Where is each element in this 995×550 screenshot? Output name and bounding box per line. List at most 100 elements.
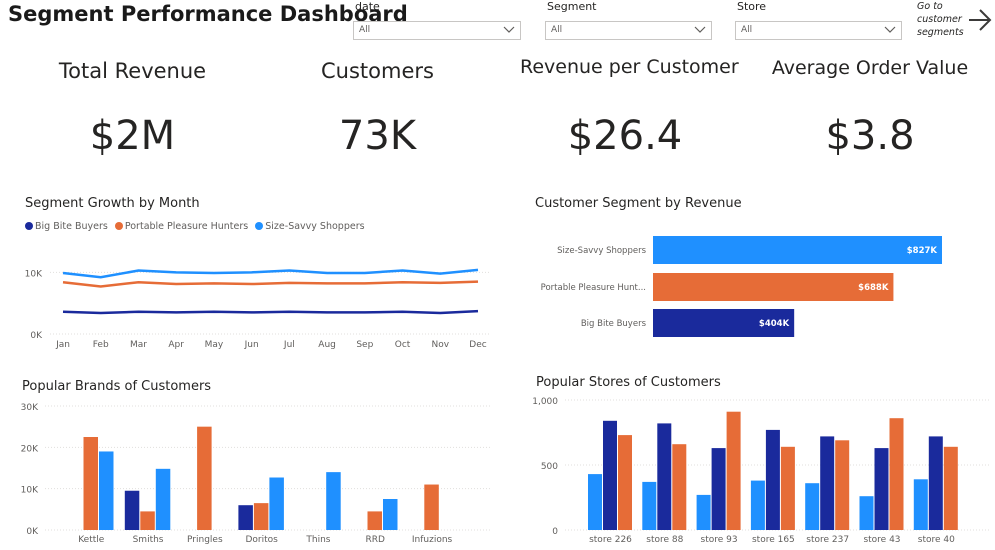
bar xyxy=(383,499,398,530)
y-tick-label: 0K xyxy=(26,527,39,537)
bar xyxy=(943,446,958,530)
store-filter-label: Store xyxy=(737,0,767,13)
bar xyxy=(238,505,253,530)
page-title: Segment Performance Dashboard xyxy=(8,2,408,26)
bar xyxy=(874,448,889,530)
customer-segment-bar-chart[interactable]: Size-Savvy Shoppers $827K Portable Pleasur… xyxy=(530,225,990,350)
bar xyxy=(642,481,657,530)
legend-label: Size-Savvy Shoppers xyxy=(265,221,365,232)
y-category-label: Big Bite Buyers xyxy=(581,319,647,329)
bar xyxy=(726,411,741,530)
bar xyxy=(326,472,341,530)
bar xyxy=(618,435,632,530)
bar xyxy=(99,451,114,530)
date-filter-value: All xyxy=(359,25,371,35)
kpi-label: Total Revenue xyxy=(58,59,207,83)
bar xyxy=(780,446,795,530)
bar xyxy=(820,436,835,530)
x-tick-label: Infuzions xyxy=(412,535,453,545)
nav-text-line: segments xyxy=(917,27,964,38)
bar xyxy=(83,437,98,530)
x-tick-label: Pringles xyxy=(187,535,223,545)
legend-item[interactable]: Size-Savvy Shoppers xyxy=(255,221,365,232)
kpi-card-customers: Customers 73K xyxy=(285,55,470,165)
x-tick-label: Dec xyxy=(469,340,486,350)
x-tick-label: Nov xyxy=(431,340,449,350)
line-chart-title: Segment Growth by Month xyxy=(25,196,200,211)
data-label: $827K xyxy=(907,246,938,256)
stores-chart-title: Popular Stores of Customers xyxy=(536,375,721,390)
x-tick-label: Mar xyxy=(130,340,147,350)
series-line xyxy=(62,280,479,288)
x-tick-label: Kettle xyxy=(78,535,105,545)
kpi-value: $26.4 xyxy=(567,113,683,159)
y-tick-label: 10K xyxy=(25,269,43,279)
x-tick-label: Jun xyxy=(244,340,259,350)
bar xyxy=(889,418,904,530)
y-tick-label: 0 xyxy=(552,527,558,537)
legend-label: Portable Pleasure Hunters xyxy=(124,221,249,232)
legend-item[interactable]: Portable Pleasure Hunters xyxy=(114,221,249,232)
x-tick-label: store 43 xyxy=(863,535,900,545)
popular-brands-bar-chart[interactable]: 0K 10K 20K 30K Kettle Smiths Pringles Doritos Th… xyxy=(0,395,495,550)
x-tick-label: May xyxy=(205,340,224,350)
segment-filter-value: All xyxy=(551,25,563,35)
go-to-customer-segments-button[interactable]: Go to customer segments xyxy=(915,0,995,44)
y-tick-label: 1,000 xyxy=(532,397,558,407)
bar xyxy=(672,444,687,530)
y-tick-label: 0K xyxy=(30,331,43,341)
series-line xyxy=(62,309,479,315)
bar xyxy=(711,448,726,530)
popular-stores-bar-chart[interactable]: 0 500 1,000 store 226 store 88 store 93 store … xyxy=(520,390,995,550)
store-filter-dropdown[interactable]: All xyxy=(735,21,902,40)
kpi-label: Revenue per Customer xyxy=(520,56,739,78)
kpi-label: Customers xyxy=(321,59,434,83)
legend-marker xyxy=(25,222,33,230)
legend-item[interactable]: Big Bite Buyers xyxy=(25,221,108,232)
y-tick-label: 30K xyxy=(21,403,39,413)
legend-marker xyxy=(255,222,264,230)
y-tick-label: 500 xyxy=(541,462,558,472)
x-tick-label: store 88 xyxy=(646,535,683,545)
kpi-value: $2M xyxy=(89,113,176,159)
bar xyxy=(124,490,140,530)
x-tick-label: Apr xyxy=(168,340,184,350)
x-tick-label: Aug xyxy=(318,340,336,350)
x-tick-label: store 40 xyxy=(918,535,955,545)
nav-text-line: Go to xyxy=(917,1,943,12)
x-tick-label: Feb xyxy=(93,340,109,350)
y-tick-label: 10K xyxy=(21,486,39,496)
bar xyxy=(367,511,382,530)
x-tick-label: store 165 xyxy=(752,535,795,545)
x-tick-label: Jan xyxy=(55,340,70,350)
bar xyxy=(155,468,171,530)
store-filter-value: All xyxy=(741,25,753,35)
bar xyxy=(657,423,672,530)
bar xyxy=(603,420,617,530)
segment-growth-line-chart[interactable]: 0K 10K Jan Feb Mar Apr May Jun Jul Aug Sep Oct Nov De… xyxy=(0,240,495,355)
bar xyxy=(140,511,155,530)
x-tick-label: store 226 xyxy=(589,535,632,545)
bar xyxy=(653,236,942,264)
data-label: $404K xyxy=(759,319,790,329)
kpi-card-total-revenue: Total Revenue $2M xyxy=(40,55,225,165)
x-tick-label: Doritos xyxy=(245,535,278,545)
date-filter-label: date xyxy=(355,0,380,13)
y-category-label: Portable Pleasure Hunt... xyxy=(541,283,646,293)
segment-filter-dropdown[interactable]: All xyxy=(545,21,712,40)
x-tick-label: Jul xyxy=(283,340,295,350)
bar xyxy=(765,429,780,530)
nav-text-line: customer xyxy=(917,14,962,25)
chevron-down-icon xyxy=(884,26,896,33)
y-tick-label: 20K xyxy=(21,444,39,454)
line-chart-legend: Big Bite Buyers Portable Pleasure Hunter… xyxy=(25,221,369,232)
date-filter-dropdown[interactable]: All xyxy=(353,21,521,40)
bar xyxy=(253,503,269,530)
bar xyxy=(835,440,850,530)
kpi-value: $3.8 xyxy=(825,113,915,159)
x-tick-label: Smiths xyxy=(133,535,164,545)
kpi-card-average-order-value: Average Order Value $3.8 xyxy=(770,55,970,165)
bar xyxy=(696,494,711,530)
legend-marker xyxy=(114,222,123,230)
chevron-down-icon xyxy=(694,26,706,33)
